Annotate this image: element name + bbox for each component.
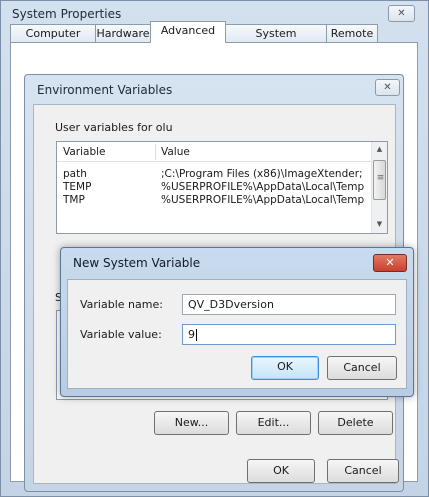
tab-computer-name[interactable]: Computer Name xyxy=(10,24,96,57)
environment-cancel-button[interactable]: Cancel xyxy=(327,459,399,483)
column-header-value[interactable]: Value xyxy=(161,146,190,158)
new-system-variable-close-button[interactable]: ✕ xyxy=(373,254,407,272)
variable-name-input[interactable]: QV_D3Dversion xyxy=(182,294,396,315)
delete-variable-button[interactable]: Delete xyxy=(318,411,393,435)
column-divider xyxy=(155,144,156,160)
variable-value-text: 9 xyxy=(188,328,195,341)
new-variable-cancel-button[interactable]: Cancel xyxy=(327,356,397,380)
tab-advanced[interactable]: Advanced xyxy=(150,21,226,43)
close-icon: ✕ xyxy=(383,82,392,93)
tab-label: Advanced xyxy=(160,24,216,37)
variable-value-input[interactable]: 9 xyxy=(182,324,396,345)
button-label: New... xyxy=(174,416,209,429)
tab-hardware[interactable]: Hardware xyxy=(95,24,151,43)
button-label: Edit... xyxy=(257,416,290,429)
new-variable-ok-button[interactable]: OK xyxy=(251,356,319,380)
tab-remote[interactable]: Remote xyxy=(326,24,378,43)
environment-variables-title: Environment Variables xyxy=(37,83,173,97)
text-cursor xyxy=(196,329,197,341)
scroll-up-arrow-icon[interactable]: ▲ xyxy=(373,145,386,153)
variable-name-label: Variable name: xyxy=(80,298,163,311)
system-properties-close-button[interactable]: ✕ xyxy=(388,5,415,22)
scroll-down-arrow-icon[interactable]: ▼ xyxy=(373,220,386,228)
button-label: Cancel xyxy=(344,464,382,477)
user-variables-list[interactable]: Variable Value path ;C:\Program Files (x… xyxy=(56,141,388,234)
table-row-value[interactable]: %USERPROFILE%\AppData\Local\Temp xyxy=(161,194,371,206)
grip-icon: ≡ xyxy=(376,173,385,183)
tab-label: Hardware xyxy=(96,27,150,40)
close-icon: ✕ xyxy=(385,256,395,269)
table-row-value[interactable]: ;C:\Program Files (x86)\ImageXtender; xyxy=(161,168,371,180)
column-header-variable[interactable]: Variable xyxy=(63,146,106,158)
new-system-variable-title: New System Variable xyxy=(73,256,201,270)
edit-variable-button[interactable]: Edit... xyxy=(236,411,311,435)
button-label: Cancel xyxy=(343,361,381,374)
system-properties-title: System Properties xyxy=(12,7,122,21)
environment-variables-close-button[interactable]: ✕ xyxy=(375,79,400,96)
close-icon: ✕ xyxy=(397,8,406,19)
table-row-variable[interactable]: TEMP xyxy=(63,181,91,193)
tab-label: Remote xyxy=(330,27,374,40)
variable-value-label: Variable value: xyxy=(80,328,162,341)
button-label: Delete xyxy=(337,416,374,429)
tab-system-protection[interactable]: System Protection xyxy=(225,24,327,57)
table-row-variable[interactable]: path xyxy=(63,168,87,180)
button-label: OK xyxy=(273,464,289,477)
new-variable-button[interactable]: New... xyxy=(154,411,229,435)
table-row-value[interactable]: %USERPROFILE%\AppData\Local\Temp xyxy=(161,181,371,193)
table-row-variable[interactable]: TMP xyxy=(63,194,85,206)
button-label: OK xyxy=(277,360,293,373)
environment-ok-button[interactable]: OK xyxy=(247,459,315,483)
user-variables-group-label: User variables for olu xyxy=(55,121,173,134)
